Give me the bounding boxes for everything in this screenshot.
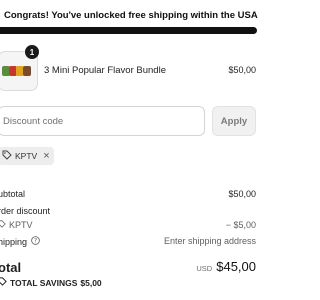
svg-text:?: ? (34, 239, 37, 245)
tag-icon (0, 277, 7, 288)
tag-icon (0, 220, 6, 230)
product-name: 3 Mini Popular Flavor Bundle (44, 65, 166, 76)
applied-discount-tag: KPTV × (0, 147, 54, 165)
total-amount: USD $45,00 (196, 259, 256, 274)
tag-icon (2, 150, 12, 162)
order-discount-code: KPTV (0, 220, 33, 230)
total-value: $45,00 (216, 259, 256, 274)
total-label: otal (0, 260, 22, 275)
discount-code-field[interactable] (0, 106, 205, 136)
order-discount-label: rder discount (0, 206, 51, 216)
help-circle-icon[interactable]: ? (31, 236, 40, 247)
apply-discount-button[interactable]: Apply (212, 106, 256, 136)
applied-discount-code: KPTV (15, 151, 38, 161)
free-shipping-progress-bar (0, 27, 257, 34)
shipping-row-label: hipping ? (0, 236, 40, 247)
discount-code-input[interactable] (0, 107, 193, 135)
total-savings-value: $5,00 (80, 277, 102, 288)
free-shipping-banner: Congrats! You've unlocked free shipping … (4, 10, 258, 21)
total-savings-label: TOTAL SAVINGS (10, 277, 78, 288)
order-discount-code-text: KPTV (9, 220, 33, 230)
total-savings: TOTAL SAVINGS $5,00 (0, 277, 102, 288)
subtotal-label: ubtotal (0, 189, 26, 199)
currency-code: USD (196, 264, 213, 273)
order-discount-value: − $5,00 (225, 220, 256, 230)
product-price: $50,00 (228, 65, 256, 75)
quantity-badge: 1 (25, 45, 39, 59)
shipping-value: Enter shipping address (163, 236, 256, 246)
close-icon[interactable]: × (43, 150, 49, 162)
subtotal-value: $50,00 (228, 189, 256, 199)
shipping-label: hipping (0, 236, 28, 247)
